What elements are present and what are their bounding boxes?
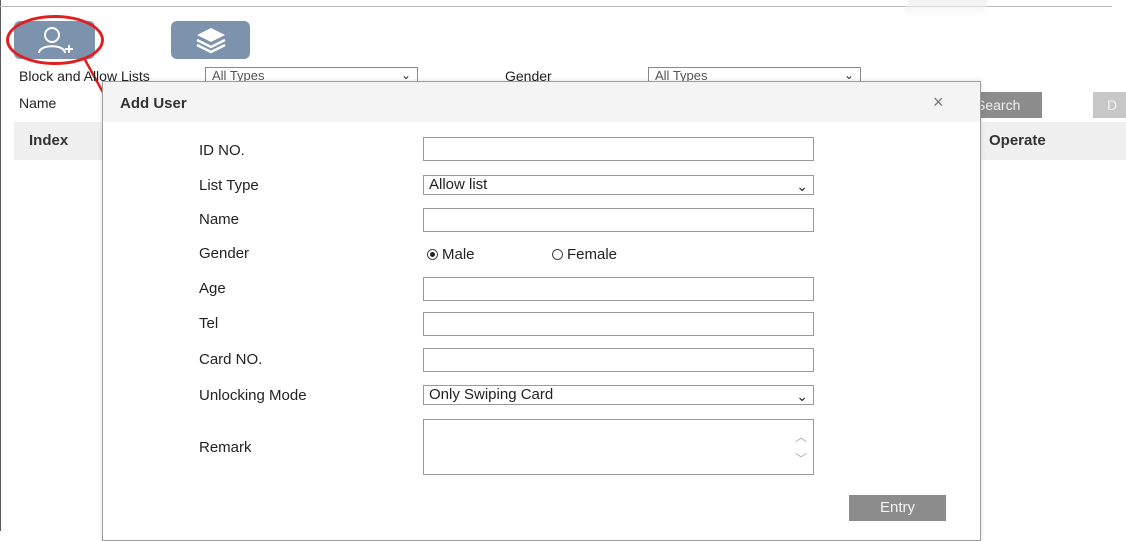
card-label: Card NO.	[199, 351, 263, 368]
age-label: Age	[199, 280, 226, 297]
gender-female-label: Female	[567, 246, 618, 263]
id-input[interactable]	[423, 137, 814, 161]
gender-label: Gender	[199, 245, 250, 262]
entry-button[interactable]: Entry	[849, 495, 946, 521]
remark-label: Remark	[199, 439, 252, 456]
column-operate: Operate	[989, 132, 1046, 149]
age-input[interactable]	[423, 277, 814, 301]
list-type-select[interactable]: Allow list ⌄	[423, 175, 814, 195]
name-input[interactable]	[423, 208, 814, 232]
column-index: Index	[29, 132, 69, 149]
list-type-label: List Type	[199, 177, 259, 194]
dialog-header	[103, 82, 980, 122]
add-user-dialog: Add User × ID NO. List Type Allow list ⌄…	[102, 81, 981, 541]
list-type-value: Allow list	[429, 176, 488, 193]
gender-male-radio[interactable]: Male	[427, 246, 475, 263]
gender-female-radio[interactable]: Female	[552, 246, 617, 263]
chevron-down-icon: ⌄	[796, 178, 808, 194]
chevron-down-icon: ⌄	[796, 388, 808, 404]
remark-textarea[interactable]: ︿ ﹀	[423, 419, 814, 475]
tel-input[interactable]	[423, 312, 814, 336]
batch-import-button[interactable]	[171, 21, 250, 59]
header-shade	[901, 0, 989, 18]
radio-selected-icon	[427, 249, 438, 260]
unlocking-mode-value: Only Swiping Card	[429, 386, 554, 403]
dialog-title: Add User	[120, 95, 187, 112]
tel-label: Tel	[199, 315, 219, 332]
id-label: ID NO.	[199, 142, 245, 159]
name-label: Name	[199, 211, 240, 228]
scroll-up-icon[interactable]: ︿	[795, 428, 807, 445]
layers-icon	[195, 28, 226, 54]
close-icon[interactable]: ×	[933, 92, 944, 113]
delete-button[interactable]: D	[1093, 92, 1126, 118]
radio-unselected-icon	[552, 249, 563, 260]
unlocking-mode-select[interactable]: Only Swiping Card ⌄	[423, 385, 814, 405]
window-left-border	[0, 0, 1, 531]
scroll-down-icon[interactable]: ﹀	[795, 450, 807, 467]
card-input[interactable]	[423, 348, 814, 372]
unlocking-mode-label: Unlocking Mode	[199, 387, 307, 404]
name-filter-label: Name	[19, 95, 57, 111]
remark-scrollbar[interactable]: ︿ ﹀	[791, 422, 811, 472]
gender-male-label: Male	[442, 246, 475, 263]
